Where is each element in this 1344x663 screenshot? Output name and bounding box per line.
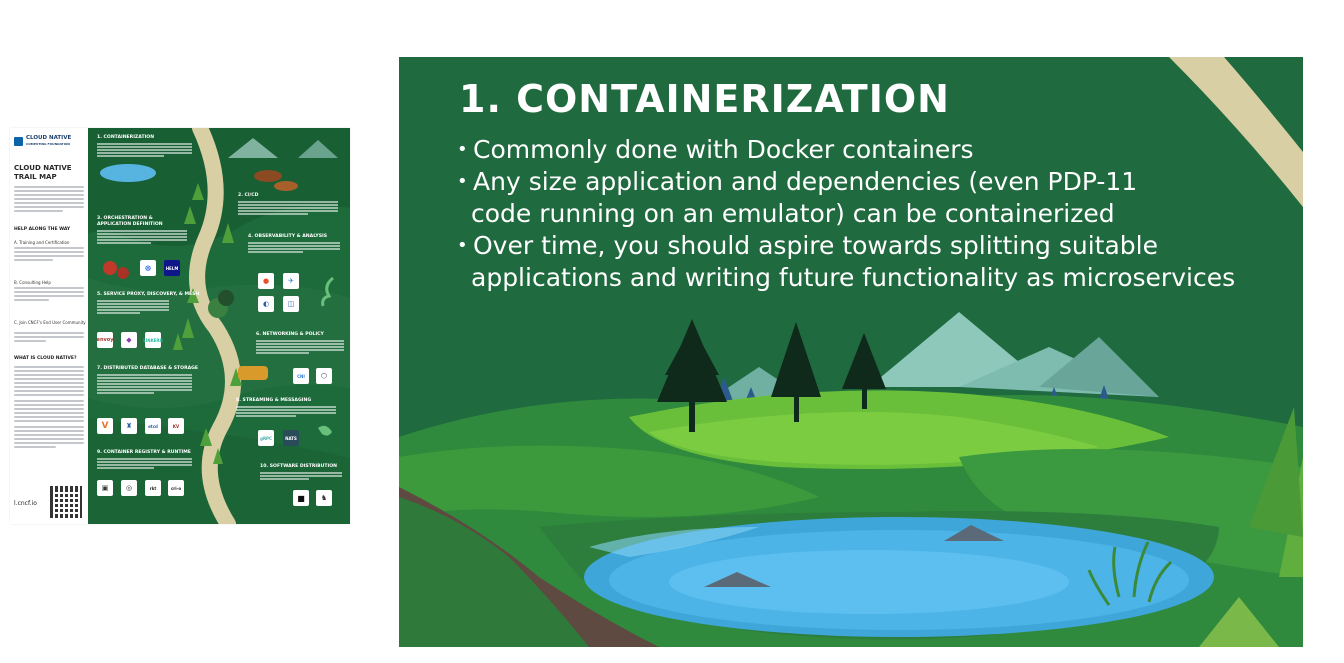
logo-org-sub: COMPUTING FOUNDATION <box>26 142 70 146</box>
section-software-distribution: 10. SOFTWARE DISTRIBUTION <box>260 464 337 469</box>
harbor-tile: ▣ <box>97 480 113 496</box>
bullet-item: Over time, you should aspire towards spl… <box>457 230 1235 294</box>
slide-bullet-list: Commonly done with Docker containers Any… <box>457 134 1235 294</box>
section-registry: 9. CONTAINER REGISTRY & RUNTIME <box>97 450 191 455</box>
trail-map-thumbnail: CLOUD NATIVE COMPUTING FOUNDATION CLOUD … <box>10 128 350 524</box>
help-end-user: C. Join CNCF's End User Community <box>14 320 86 325</box>
help-training: A. Training and Certification <box>14 240 70 245</box>
etcd-tile: etcd <box>145 418 161 434</box>
trail-map-title: CLOUD NATIVE TRAIL MAP <box>14 164 72 181</box>
policy-tile: ⬡ <box>316 368 332 384</box>
prometheus-tile: ● <box>258 273 274 289</box>
envoy-tile: envoy <box>97 332 113 348</box>
helm-tile: HELM <box>164 260 180 276</box>
coredns-tile: ◆ <box>121 332 137 348</box>
grpc-tile: gRPC <box>258 430 274 446</box>
qr-code-icon <box>50 486 82 518</box>
trail-map-sidebar: CLOUD NATIVE COMPUTING FOUNDATION CLOUD … <box>10 128 88 524</box>
cncf-logo: CLOUD NATIVE COMPUTING FOUNDATION <box>14 135 71 147</box>
rook-tile: ♜ <box>121 418 137 434</box>
section-orchestration: 3. ORCHESTRATION & APPLICATION DEFINITIO… <box>97 216 163 227</box>
intro-text-lines <box>14 186 84 214</box>
tuf-tile: ♞ <box>316 490 332 506</box>
fluentd-tile: ✈ <box>283 273 299 289</box>
what-is-heading: WHAT IS CLOUD NATIVE? <box>14 356 77 361</box>
help-heading: HELP ALONG THE WAY <box>14 227 71 232</box>
bullet-item: Commonly done with Docker containers <box>457 134 1235 166</box>
cni-tile: CNI <box>293 368 309 384</box>
section-streaming: 8. STREAMING & MESSAGING <box>236 398 312 403</box>
section-networking: 6. NETWORKING & POLICY <box>256 332 324 337</box>
kubernetes-tile: ☸ <box>140 260 156 276</box>
linkerd-tile: LINKERD <box>143 332 163 348</box>
trail-map-artwork: 1. CONTAINERIZATION 2. CI/CD 3. ORCHESTR… <box>88 128 350 524</box>
tikv-tile: KV <box>168 418 184 434</box>
section-cicd: 2. CI/CD <box>238 193 259 198</box>
bullet-line-1: Commonly done with Docker containers <box>473 135 974 164</box>
section-observability: 4. OBSERVABILITY & ANALYSIS <box>248 234 328 239</box>
jaeger-tile: ◐ <box>258 296 274 312</box>
opentracing-tile: ◫ <box>283 296 299 312</box>
crio-tile: cri-o <box>168 480 184 496</box>
help-consulting: B. Consulting Help <box>14 280 51 285</box>
section-containerization: 1. CONTAINERIZATION <box>97 135 155 140</box>
rkt-tile: rkt <box>145 480 161 496</box>
section-service-proxy: 5. SERVICE PROXY, DISCOVERY, & MESH <box>97 292 200 297</box>
bullet-line-1: Any size application and dependencies (e… <box>473 167 1138 196</box>
slide: 1. CONTAINERIZATION Commonly done with D… <box>399 57 1303 647</box>
cncf-link[interactable]: l.cncf.io <box>14 500 37 507</box>
nats-tile: NATS <box>283 430 299 446</box>
section-database: 7. DISTRIBUTED DATABASE & STORAGE <box>97 366 199 371</box>
vitess-tile: V <box>97 418 113 434</box>
bullet-line-1: Over time, you should aspire towards spl… <box>473 231 1158 260</box>
cncf-logo-icon <box>14 136 23 146</box>
bullet-line-2: code running on an emulator) can be cont… <box>471 199 1115 228</box>
notary-tile: ■ <box>293 490 309 506</box>
bullet-item: Any size application and dependencies (e… <box>457 166 1235 230</box>
containerd-tile: ◎ <box>121 480 137 496</box>
bullet-line-2: applications and writing future function… <box>471 263 1236 292</box>
slide-title: 1. CONTAINERIZATION <box>459 77 950 121</box>
